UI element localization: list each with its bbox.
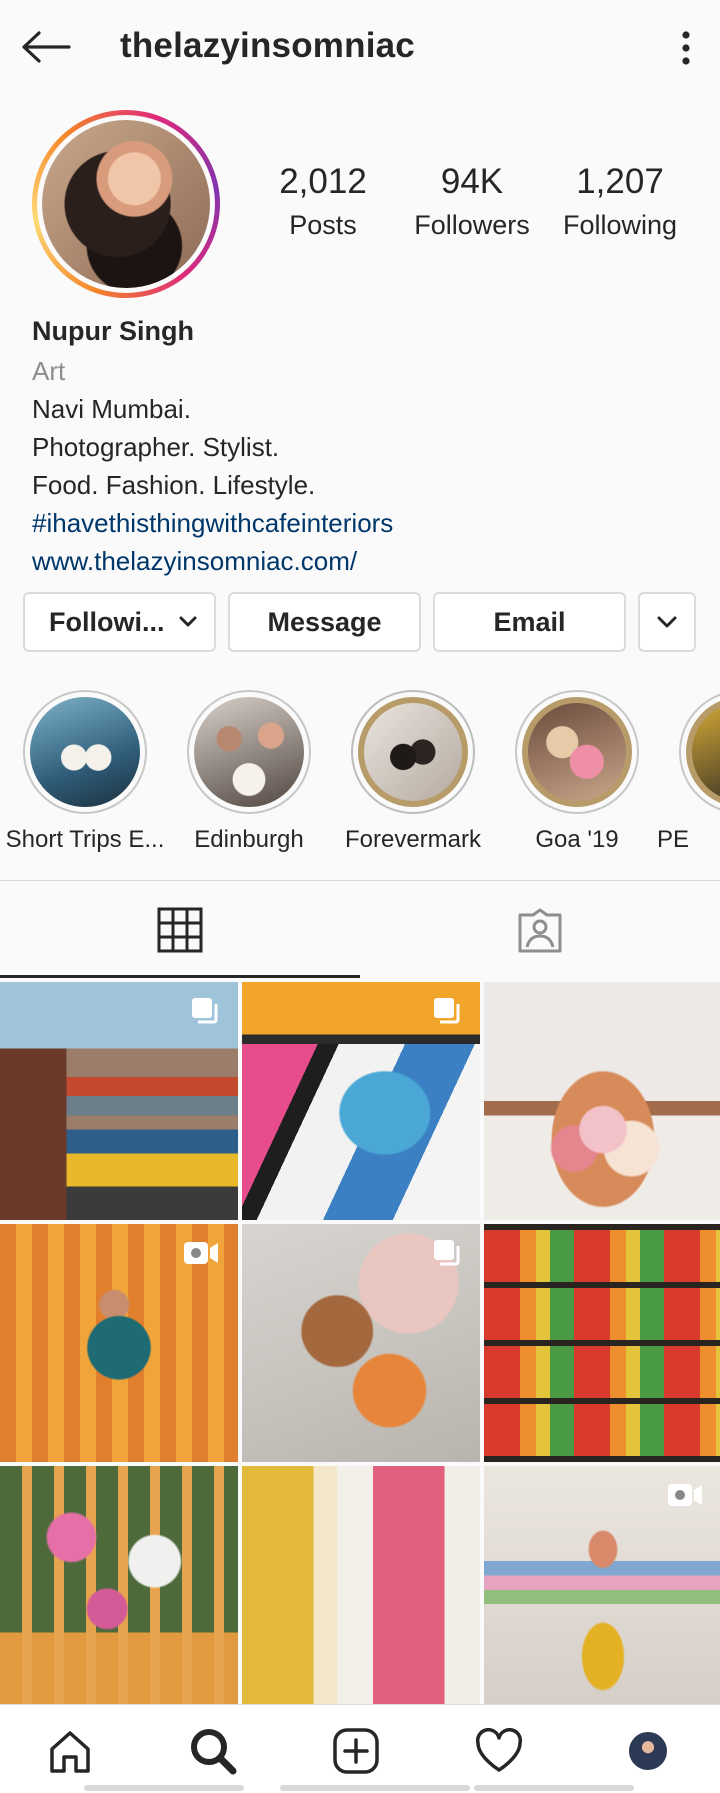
system-nav-bar bbox=[474, 1785, 634, 1791]
more-options-icon[interactable] bbox=[666, 26, 706, 70]
system-nav-bar bbox=[280, 1785, 470, 1791]
post-thumbnail[interactable] bbox=[0, 982, 238, 1220]
posts-stat[interactable]: 2,012 Posts bbox=[268, 162, 378, 241]
highlight-item[interactable]: Short Trips E... bbox=[6, 686, 164, 854]
highlight-cover bbox=[522, 697, 632, 807]
suggested-accounts-button[interactable] bbox=[638, 592, 696, 652]
following-button-label: Followi... bbox=[49, 606, 165, 637]
message-button-label: Message bbox=[267, 606, 382, 637]
story-highlights: Short Trips E... Edinburgh Forevermark G… bbox=[0, 686, 720, 856]
chevron-down-icon bbox=[179, 616, 196, 627]
following-count: 1,207 bbox=[576, 162, 664, 201]
profile-name: Nupur Singh bbox=[32, 316, 194, 346]
back-arrow-icon[interactable] bbox=[18, 22, 74, 72]
grid-icon bbox=[157, 907, 203, 953]
profile-avatar bbox=[42, 120, 210, 288]
video-icon bbox=[184, 1242, 218, 1264]
tab-tagged[interactable] bbox=[360, 882, 720, 978]
tab-grid[interactable] bbox=[0, 882, 360, 978]
website-link[interactable]: www.thelazyinsomniac.com/ bbox=[32, 542, 692, 580]
carousel-icon bbox=[434, 998, 460, 1024]
profile-tab[interactable] bbox=[618, 1723, 678, 1779]
profile-avatar-story-ring[interactable] bbox=[32, 110, 220, 298]
home-icon[interactable] bbox=[40, 1723, 100, 1779]
highlight-item[interactable]: Forevermark bbox=[345, 686, 481, 854]
profile-actions: Followi... Message Email bbox=[0, 592, 720, 658]
highlight-item[interactable]: PE bbox=[657, 686, 720, 854]
profile-tabs bbox=[0, 882, 720, 978]
following-stat[interactable]: 1,207 Following bbox=[550, 162, 690, 241]
post-thumbnail[interactable] bbox=[484, 1224, 720, 1462]
highlight-label: PE bbox=[657, 826, 690, 853]
highlight-cover bbox=[30, 697, 140, 807]
message-button[interactable]: Message bbox=[228, 592, 421, 652]
carousel-icon bbox=[192, 998, 218, 1024]
highlight-cover bbox=[194, 697, 304, 807]
section-divider bbox=[0, 880, 720, 881]
posts-label: Posts bbox=[289, 210, 357, 240]
profile-avatar bbox=[627, 1730, 669, 1772]
following-button[interactable]: Followi... bbox=[23, 592, 216, 652]
carousel-icon bbox=[434, 1240, 460, 1266]
followers-label: Followers bbox=[414, 210, 530, 240]
post-thumbnail[interactable] bbox=[242, 982, 480, 1220]
highlight-label: Goa '19 bbox=[535, 826, 619, 853]
bio-line: Food. Fashion. Lifestyle. bbox=[32, 470, 316, 500]
highlight-item[interactable]: Goa '19 bbox=[513, 686, 641, 854]
top-bar: thelazyinsomniac bbox=[0, 0, 720, 96]
highlight-item[interactable]: Edinburgh bbox=[185, 686, 313, 854]
highlight-label: Short Trips E... bbox=[5, 826, 165, 853]
profile-bio: Nupur Singh Art Navi Mumbai. Photographe… bbox=[32, 312, 692, 580]
followers-stat[interactable]: 94K Followers bbox=[402, 162, 542, 241]
bio-line: Photographer. Stylist. bbox=[32, 432, 280, 462]
profile-category: Art bbox=[32, 356, 66, 386]
post-thumbnail[interactable] bbox=[484, 982, 720, 1220]
add-post-icon[interactable] bbox=[326, 1723, 386, 1779]
posts-count: 2,012 bbox=[279, 162, 367, 201]
system-nav-bar bbox=[84, 1785, 244, 1791]
email-button[interactable]: Email bbox=[433, 592, 626, 652]
heart-icon[interactable] bbox=[469, 1723, 529, 1779]
bottom-navigation bbox=[0, 1704, 720, 1793]
following-label: Following bbox=[562, 210, 678, 240]
post-thumbnail[interactable] bbox=[0, 1224, 238, 1462]
email-button-label: Email bbox=[493, 606, 566, 637]
highlight-label: Edinburgh bbox=[194, 826, 304, 853]
post-thumbnail[interactable] bbox=[484, 1466, 720, 1704]
post-thumbnail[interactable] bbox=[0, 1466, 238, 1704]
search-icon[interactable] bbox=[183, 1723, 243, 1779]
chevron-down-icon bbox=[657, 616, 677, 628]
highlight-cover bbox=[686, 697, 720, 807]
video-icon bbox=[668, 1484, 702, 1506]
highlight-label: Forevermark bbox=[344, 826, 482, 853]
post-thumbnail[interactable] bbox=[242, 1224, 480, 1462]
tagged-person-icon bbox=[518, 908, 562, 953]
post-thumbnail[interactable] bbox=[242, 1466, 480, 1704]
profile-username: thelazyinsomniac bbox=[120, 26, 415, 65]
bio-line: Navi Mumbai. bbox=[32, 394, 191, 424]
highlight-cover bbox=[358, 697, 468, 807]
bio-hashtag-link[interactable]: #ihavethisthingwithcafeinteriors bbox=[32, 504, 692, 542]
posts-grid bbox=[0, 982, 720, 1704]
followers-count: 94K bbox=[440, 162, 504, 201]
